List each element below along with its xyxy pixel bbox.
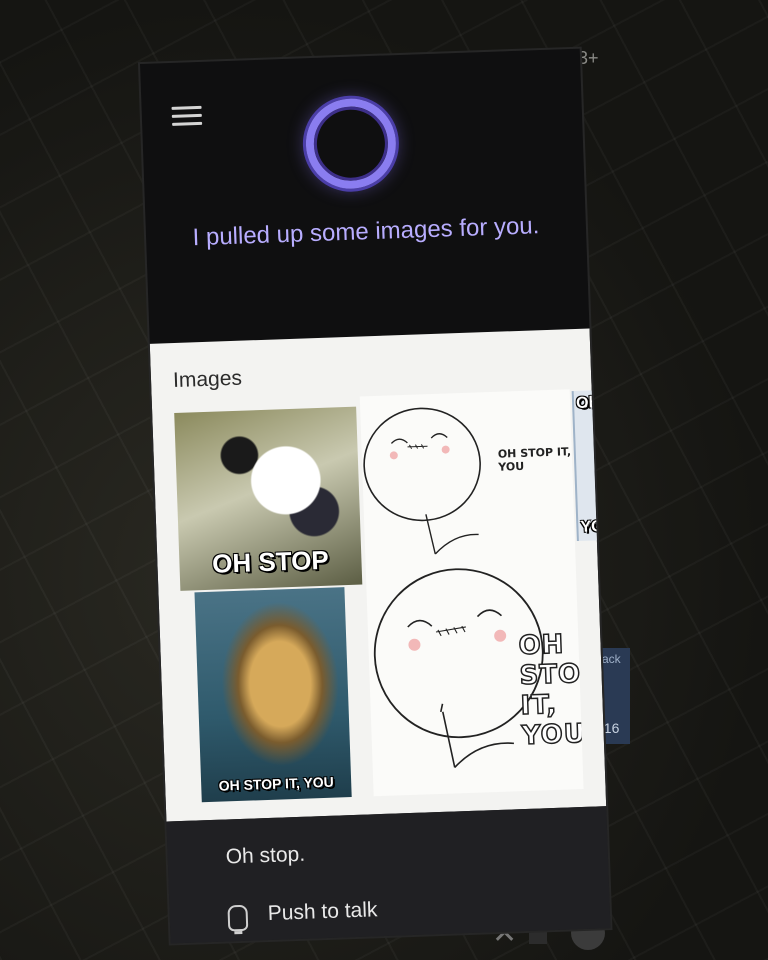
image-result-panda[interactable]: OH STOP <box>174 406 363 591</box>
rage-comic-large-text: OH STOP IT, YOU. <box>517 629 584 752</box>
image-result-otter[interactable]: OH STOP IT, YOU <box>194 587 352 803</box>
results-area: Images OH STOP OH STOP IT, YOU OH STOP I… <box>149 328 607 822</box>
image-caption: OH STOP <box>211 544 330 579</box>
rage-comic-small-text: OH STOP IT, YOU <box>497 445 572 474</box>
spoken-query: Oh stop. <box>225 842 306 869</box>
hamburger-menu-icon[interactable] <box>171 105 203 127</box>
image-caption: OH STOP IT, YOU <box>218 773 335 794</box>
microphone-icon[interactable] <box>227 904 249 932</box>
cortana-message: I pulled up some images for you. <box>192 212 540 252</box>
cortana-ring-icon <box>304 97 398 191</box>
push-to-talk-button[interactable]: Push to talk <box>267 898 378 926</box>
images-section-title[interactable]: Images <box>173 367 243 393</box>
cortana-header: I pulled up some images for you. <box>140 48 590 344</box>
image-result-rage-comic[interactable]: OH STOP IT, YOU OH STOP IT, YOU. <box>359 389 584 797</box>
cortana-footer: Oh stop. Push to talk <box>166 806 611 944</box>
cortana-panel: I pulled up some images for you. Images … <box>140 48 611 944</box>
